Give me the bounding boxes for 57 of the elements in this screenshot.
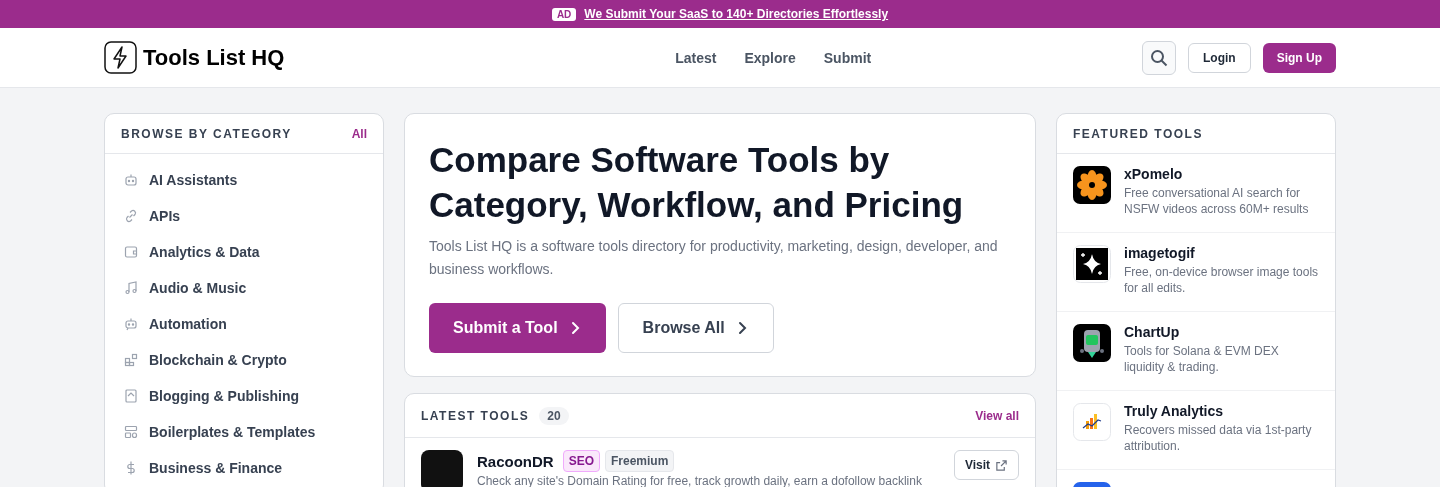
category-icon [123,424,139,440]
category-link[interactable]: Blockchain & Crypto [149,352,287,368]
featured-tool-name[interactable]: imagetogif [1124,245,1319,261]
robot-logo-icon [1073,324,1111,362]
featured-tool-description: Free conversational AI search for NSFW videos across 60M+ results [1124,185,1310,217]
category-icon [123,208,139,224]
flower-logo-icon [1073,166,1111,204]
featured-tool-description: Tools for Solana & EVM DEX liquidity & trading. [1124,343,1280,375]
all-link[interactable]: All [351,126,367,141]
ad-link[interactable]: We Submit Your SaaS to 140+ Directories Effortlessly [584,7,889,21]
ad-badge: AD [551,7,577,21]
browse-all-button[interactable]: Browse All [617,303,774,353]
nav-link[interactable]: Latest [675,49,717,66]
bar-chart-logo-icon [1073,403,1111,441]
nav-link[interactable]: Submit [823,49,872,66]
category-link[interactable]: Business & Finance [149,460,283,476]
section-title: BROWSE BY CATEGORY [121,126,292,141]
category-link[interactable]: Analytics & Data [149,244,260,260]
nav-link[interactable]: Explore [744,49,796,66]
hero-title: Compare Software Tools by Category, Workflow, and Pricing [429,139,965,226]
featured-tool-name[interactable]: ChartUp [1124,324,1319,340]
featured-tool-name[interactable]: Truly Analytics [1124,403,1319,419]
featured-tool-description: Free, on-device browser image tools for all edits. [1124,264,1319,296]
category-link[interactable]: Audio & Music [149,280,247,296]
lightning-logo-icon [104,41,137,74]
tool-tag: SEO [562,450,600,472]
featured-tool-description: Recovers missed data via 1st-party attribution. [1124,422,1313,454]
count-badge: 20 [539,406,569,425]
hero-description: Tools List HQ is a software tools directory for productivity, marketing, design, developer, and business workflows. [429,237,999,279]
category-icon [123,244,139,260]
view-all-link[interactable]: View all [975,408,1019,423]
login-button[interactable]: Login [1188,42,1251,73]
category-link[interactable]: APIs [149,208,181,224]
tool-description: Check any site's Domain Rating for free, track growth daily, earn a dofollow backlink [477,474,923,487]
signup-button[interactable]: Sign Up [1262,42,1336,73]
category-link[interactable]: Blogging & Publishing [149,388,300,404]
tool-logo-placeholder [421,450,463,487]
section-title: FEATURED TOOLS [1073,126,1203,141]
featured-tool-name[interactable]: xPomelo [1124,166,1319,182]
section-title: LATEST TOOLS [421,408,530,423]
category-link[interactable]: Automation [149,316,227,332]
visit-button[interactable]: Visit [953,450,1019,480]
category-icon [123,280,139,296]
tool-tag: Freemium [605,450,675,472]
submit-tool-button[interactable]: Submit a Tool [429,303,606,353]
category-link[interactable]: AI Assistants [149,172,238,188]
category-icon [123,172,139,188]
search-button[interactable] [1142,40,1176,75]
category-icon [123,388,139,404]
search-icon [1150,48,1168,67]
external-link-icon [995,458,1008,472]
sparkle-logo-icon [1073,245,1111,283]
category-link[interactable]: Boilerplates & Templates [149,424,316,440]
site-logo-text[interactable]: Tools List HQ [143,44,285,71]
tool-name[interactable]: RacoonDR [477,452,554,470]
category-icon [123,352,139,368]
category-icon [123,316,139,332]
